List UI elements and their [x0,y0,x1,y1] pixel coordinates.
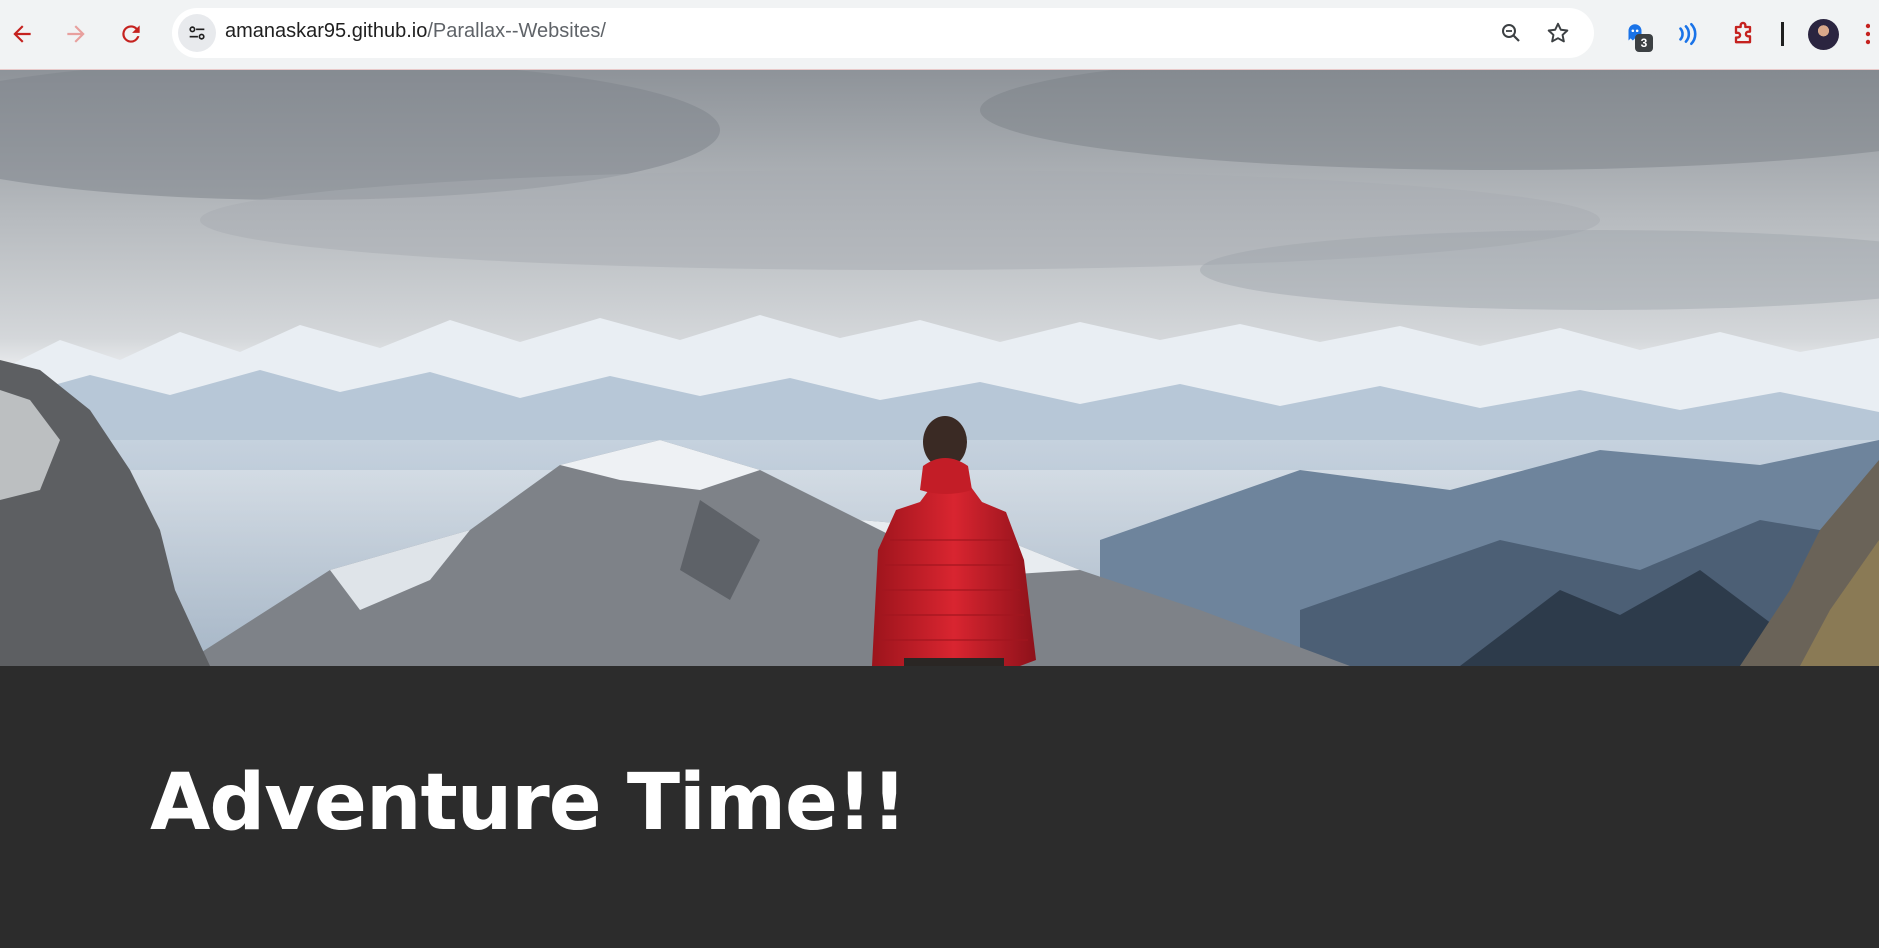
bookmark-button[interactable] [1542,17,1574,49]
url-path: /Parallax--Websites/ [427,20,606,42]
kebab-menu-icon [1865,23,1870,45]
zoom-button[interactable] [1495,17,1527,49]
extension-button-1[interactable]: 3 [1617,16,1653,52]
extensions-button[interactable] [1725,16,1761,52]
broadcast-icon [1679,22,1697,46]
reload-button[interactable] [111,14,151,54]
content-section: Adventure Time!! [0,666,1879,948]
puzzle-icon [1734,21,1752,44]
hero-image [0,70,1879,666]
mountain-landscape-image [0,70,1879,666]
extension-button-2[interactable] [1669,16,1705,52]
zoom-icon [1502,24,1520,42]
toolbar-divider [1781,22,1784,46]
address-bar[interactable]: amanaskar95.github.io/Parallax--Websites… [172,8,1594,58]
browser-menu-button[interactable] [1852,16,1879,52]
back-arrow-icon [13,25,31,43]
forward-arrow-icon [67,25,85,43]
star-icon [1547,22,1569,43]
page-heading: Adventure Time!! [150,758,907,848]
url-host: amanaskar95.github.io [225,20,428,42]
site-info-button[interactable] [178,14,216,52]
extension-badge-count: 3 [1635,34,1653,52]
reload-icon [122,25,140,43]
profile-avatar[interactable] [1808,19,1839,50]
back-button[interactable] [2,14,42,54]
forward-button[interactable] [56,14,96,54]
browser-toolbar: amanaskar95.github.io/Parallax--Websites… [0,0,1879,70]
tune-icon [189,26,205,40]
url-text: amanaskar95.github.io/Parallax--Websites… [225,20,606,43]
